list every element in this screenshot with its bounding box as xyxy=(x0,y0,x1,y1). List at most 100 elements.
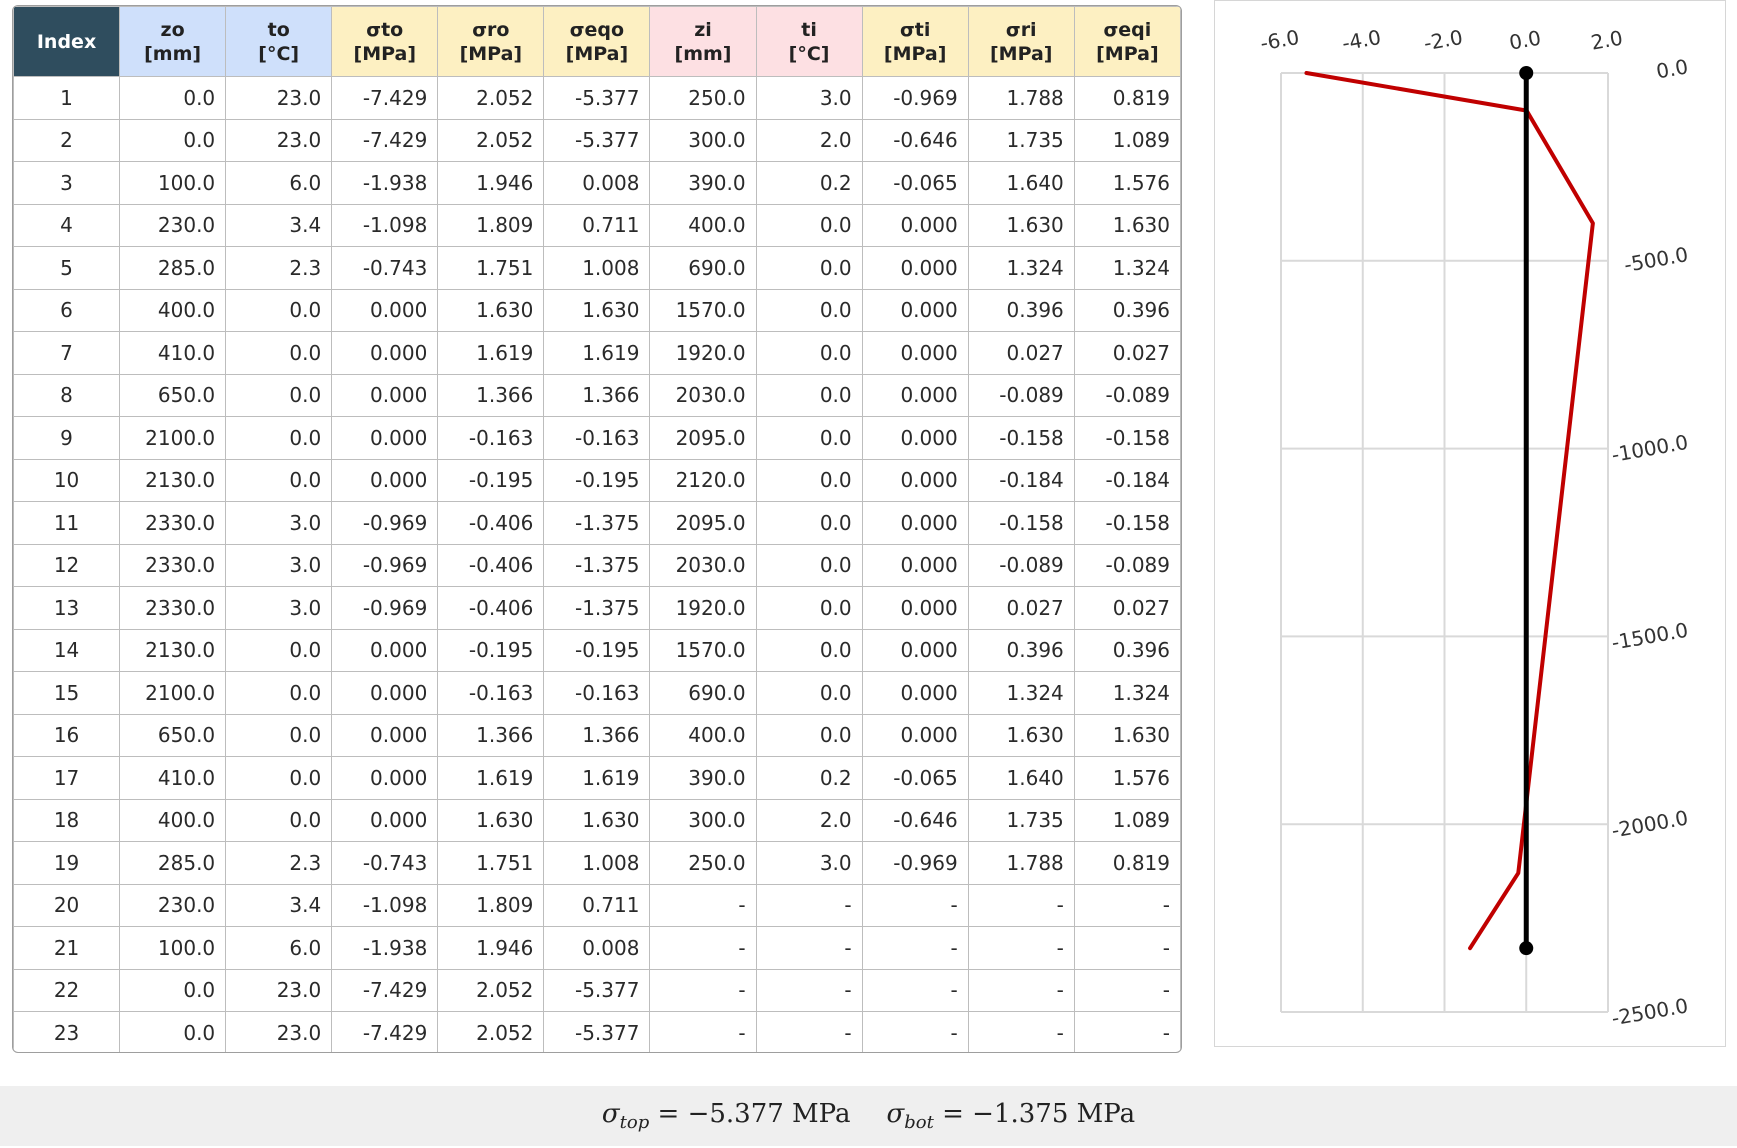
table-cell: - xyxy=(755,1011,863,1052)
table-row: 3 100.0 6.0 -1.938 1.946 0.008 390.0 0.2 -0.065 1… xyxy=(13,161,1181,205)
row-index-cell: 11 xyxy=(13,501,121,545)
table-cell: 390.0 xyxy=(649,756,757,800)
x-tick-label: 2.0 xyxy=(1589,26,1624,55)
table-cell: 2.3 xyxy=(225,246,333,290)
table-cell: 0.711 xyxy=(543,883,651,927)
table-cell: 230.0 xyxy=(119,883,227,927)
column-header[interactable]: zo [mm] xyxy=(119,6,227,77)
table-cell: - xyxy=(755,883,863,927)
table-cell: 2095.0 xyxy=(649,416,757,460)
column-header[interactable]: σto [MPa] xyxy=(331,6,439,77)
column-header[interactable]: σeqi [MPa] xyxy=(1073,6,1181,77)
table-cell: 2.0 xyxy=(755,118,863,162)
table-cell: 1.630 xyxy=(543,798,651,842)
table-cell: -0.195 xyxy=(437,458,545,502)
column-header-unit: [MPa] xyxy=(459,42,523,65)
table-cell: - xyxy=(1073,883,1181,927)
table-cell: 1.619 xyxy=(543,756,651,800)
table-cell: 0.000 xyxy=(331,458,439,502)
table-cell: -0.163 xyxy=(437,416,545,460)
table-cell: 0.396 xyxy=(967,288,1075,332)
column-header-label: σri xyxy=(1005,18,1037,41)
table-cell: -5.377 xyxy=(543,968,651,1012)
table-cell: - xyxy=(861,926,969,970)
stress-profile-series xyxy=(1304,71,1595,951)
table-cell: 0.0 xyxy=(755,543,863,587)
y-tick-label: -2000.0 xyxy=(1610,805,1690,842)
table-cell: 0.027 xyxy=(1073,331,1181,375)
column-header-label: σeqo xyxy=(569,18,625,41)
column-header-label: σti xyxy=(899,18,931,41)
row-index-cell: 5 xyxy=(13,246,121,290)
column-header[interactable]: ti [°C] xyxy=(755,6,863,77)
column-header[interactable]: Index xyxy=(13,6,121,77)
table-cell: 0.0 xyxy=(119,968,227,1012)
column-header[interactable]: to [°C] xyxy=(225,6,333,77)
column-header-unit: [MPa] xyxy=(883,42,947,65)
column-header-label: to xyxy=(267,18,290,41)
table-cell: 1.751 xyxy=(437,841,545,885)
table-cell: 1.008 xyxy=(543,841,651,885)
table-cell: 0.027 xyxy=(1073,586,1181,630)
table-row: 23 0.0 23.0 -7.429 2.052 -5.377- - - - - xyxy=(13,1011,1181,1052)
table-cell: 0.0 xyxy=(755,373,863,417)
table-cell: -0.163 xyxy=(437,671,545,715)
table-cell: 0.000 xyxy=(861,458,969,502)
table-cell: 0.000 xyxy=(861,713,969,757)
column-header[interactable]: σro [MPa] xyxy=(437,6,545,77)
table-cell: 1.366 xyxy=(543,373,651,417)
table-cell: 1.630 xyxy=(543,288,651,332)
table-cell: - xyxy=(967,883,1075,927)
table-cell: 410.0 xyxy=(119,756,227,800)
column-header-label: ti xyxy=(801,18,817,41)
table-cell: -1.938 xyxy=(331,161,439,205)
sigma-bot-formula: σbot = −1.375 MPa xyxy=(887,1099,1136,1133)
table-cell: - xyxy=(755,968,863,1012)
table-cell: 300.0 xyxy=(649,798,757,842)
table-cell: 100.0 xyxy=(119,926,227,970)
table-cell: -1.098 xyxy=(331,203,439,247)
column-header[interactable]: zi [mm] xyxy=(649,6,757,77)
table-cell: 300.0 xyxy=(649,118,757,162)
table-cell: 1.630 xyxy=(967,203,1075,247)
table-cell: 400.0 xyxy=(649,713,757,757)
column-header-unit: [mm] xyxy=(674,42,732,65)
table-cell: 0.000 xyxy=(331,331,439,375)
table-cell: 0.396 xyxy=(1073,288,1181,332)
table-cell: 2.0 xyxy=(755,798,863,842)
column-header-unit: [MPa] xyxy=(1096,42,1159,65)
table-cell: 1.324 xyxy=(967,671,1075,715)
y-tick-label: -1000.0 xyxy=(1610,430,1690,467)
table-cell: - xyxy=(967,1011,1075,1052)
column-header[interactable]: σeqo [MPa] xyxy=(543,6,651,77)
table-cell: 0.0 xyxy=(225,288,333,332)
table-cell: 0.396 xyxy=(967,628,1075,672)
column-header[interactable]: σri [MPa] xyxy=(967,6,1075,77)
table-cell: 2.052 xyxy=(437,968,545,1012)
table-cell: 400.0 xyxy=(119,288,227,332)
table-cell: 0.000 xyxy=(331,628,439,672)
table-cell: 3.0 xyxy=(225,501,333,545)
table-cell: 1.089 xyxy=(1073,118,1181,162)
table-cell: -0.184 xyxy=(1073,458,1181,502)
table-cell: 23.0 xyxy=(225,118,333,162)
table-cell: 0.819 xyxy=(1073,841,1181,885)
table-cell: 3.0 xyxy=(225,543,333,587)
table-cell: - xyxy=(967,926,1075,970)
table-cell: 0.000 xyxy=(861,331,969,375)
table-cell: 3.4 xyxy=(225,883,333,927)
table-row: 8 650.0 0.0 0.000 1.366 1.366 2030.0 0.0 0.000 -0… xyxy=(13,373,1181,417)
table-cell: 0.000 xyxy=(861,416,969,460)
table-cell: -5.377 xyxy=(543,1011,651,1052)
table-cell: -0.158 xyxy=(967,416,1075,460)
table-cell: -0.969 xyxy=(861,76,969,120)
table-cell: -0.646 xyxy=(861,798,969,842)
column-header[interactable]: σti [MPa] xyxy=(861,6,969,77)
table-cell: 1.946 xyxy=(437,926,545,970)
table-cell: - xyxy=(861,883,969,927)
table-cell: 0.0 xyxy=(225,756,333,800)
table-cell: 0.0 xyxy=(225,416,333,460)
x-tick-label: -4.0 xyxy=(1340,25,1383,55)
table-row: 22 0.0 23.0 -7.429 2.052 -5.377- - - - - xyxy=(13,968,1181,1012)
table-cell: 0.000 xyxy=(861,543,969,587)
